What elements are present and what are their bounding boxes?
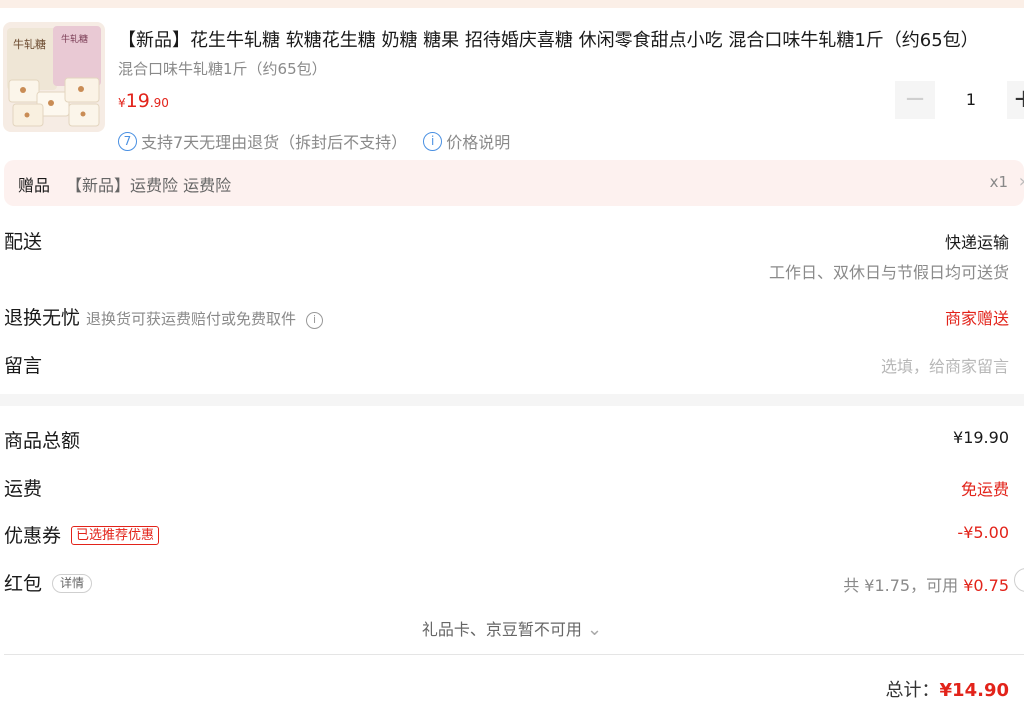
message-input[interactable]: 选填，给商家留言 (881, 353, 1009, 377)
package-label-left: 牛轧糖 (13, 37, 46, 51)
increase-button[interactable]: + (1007, 81, 1024, 119)
total-amount: ¥14.90 (939, 680, 1009, 701)
info-icon: i (423, 131, 443, 151)
redpacket-label: 红包 (4, 573, 43, 595)
price-integer: 19 (125, 90, 150, 112)
unusable-notice[interactable]: 礼品卡、京豆暂不可用 ⌄ (0, 616, 1024, 640)
total-row: 总计：¥14.90 (886, 676, 1009, 702)
product-image: 牛轧糖 牛轧糖 (3, 22, 105, 132)
redpacket-detail-button[interactable]: 详情 (52, 574, 93, 593)
product-thumbnail[interactable]: 牛轧糖 牛轧糖 (3, 22, 105, 132)
subtotal-value: ¥19.90 (953, 428, 1009, 447)
quantity-input[interactable]: 1 (935, 81, 1007, 119)
price-decimal: .90 (149, 96, 169, 110)
coupon-row: 优惠券 已选推荐优惠 (4, 521, 160, 548)
gift-tag: 赠品 (18, 176, 51, 195)
returns-row: 退换无忧 退换货可获运费赔付或免费取件 i (4, 303, 324, 330)
returns-label: 退换无忧 (4, 307, 81, 329)
shipping-label: 运费 (4, 478, 43, 500)
info-icon[interactable]: i (306, 312, 324, 329)
chevron-right-icon: › (1019, 171, 1024, 192)
delivery-method[interactable]: 快递运输 (945, 229, 1009, 253)
product-card: 牛轧糖 牛轧糖 【新品】花生牛轧糖 软糖花生糖 奶糖 糖果 招待婚庆喜糖 休闲零… (0, 8, 1024, 160)
shipping-value: 免运费 (960, 480, 1009, 499)
returns-note: 退换货可获运费赔付或免费取件 (86, 310, 297, 328)
seven-day-return-icon: 7 (118, 131, 137, 151)
redpacket-total: 共 ¥1.75，可用 (843, 576, 964, 595)
section-divider (0, 394, 1024, 406)
decrease-button[interactable]: − (895, 81, 935, 119)
redpacket-select-radio[interactable] (1014, 568, 1024, 592)
redpacket-value[interactable]: 共 ¥1.75，可用 ¥0.75 (843, 572, 1009, 596)
coupon-badge: 已选推荐优惠 (71, 526, 160, 545)
product-spec[interactable]: 混合口味牛轧糖1斤（约65包） (118, 58, 327, 80)
divider (4, 654, 1024, 655)
gift-text: 【新品】运费险 运费险 (66, 176, 232, 195)
unusable-text: 礼品卡、京豆暂不可用 (421, 620, 582, 639)
product-title[interactable]: 【新品】花生牛轧糖 软糖花生糖 奶糖 糖果 招待婚庆喜糖 休闲零食甜点小吃 混合… (118, 28, 979, 54)
gift-quantity: x1 (989, 173, 1008, 191)
coupon-value[interactable]: -¥5.00 (957, 523, 1009, 542)
gift-bar[interactable]: 赠品 【新品】运费险 运费险 x1 › (4, 160, 1024, 206)
delivery-label: 配送 (4, 231, 43, 253)
product-price: ¥19.90 (118, 90, 169, 112)
return-policy-text[interactable]: 支持7天无理由退货（拆封后不支持） (141, 129, 407, 153)
redpacket-usable: ¥0.75 (963, 576, 1009, 595)
coupon-label: 优惠券 (4, 525, 62, 547)
top-band (0, 0, 1024, 8)
subtotal-label: 商品总额 (4, 430, 81, 452)
redpacket-row: 红包 详情 (4, 569, 93, 596)
total-label: 总计： (885, 680, 940, 701)
service-row: 7 支持7天无理由退货（拆封后不支持） i 价格说明 (118, 130, 510, 152)
chevron-down-icon: ⌄ (587, 619, 603, 640)
price-currency: ¥ (118, 96, 126, 110)
delivery-note: 工作日、双休日与节假日均可送货 (768, 263, 1009, 282)
package-label-right: 牛轧糖 (61, 33, 88, 45)
message-label: 留言 (4, 355, 43, 377)
price-explanation-link[interactable]: 价格说明 (446, 129, 510, 153)
quantity-stepper: − 1 + (895, 81, 1024, 119)
returns-value: 商家赠送 (944, 309, 1009, 328)
